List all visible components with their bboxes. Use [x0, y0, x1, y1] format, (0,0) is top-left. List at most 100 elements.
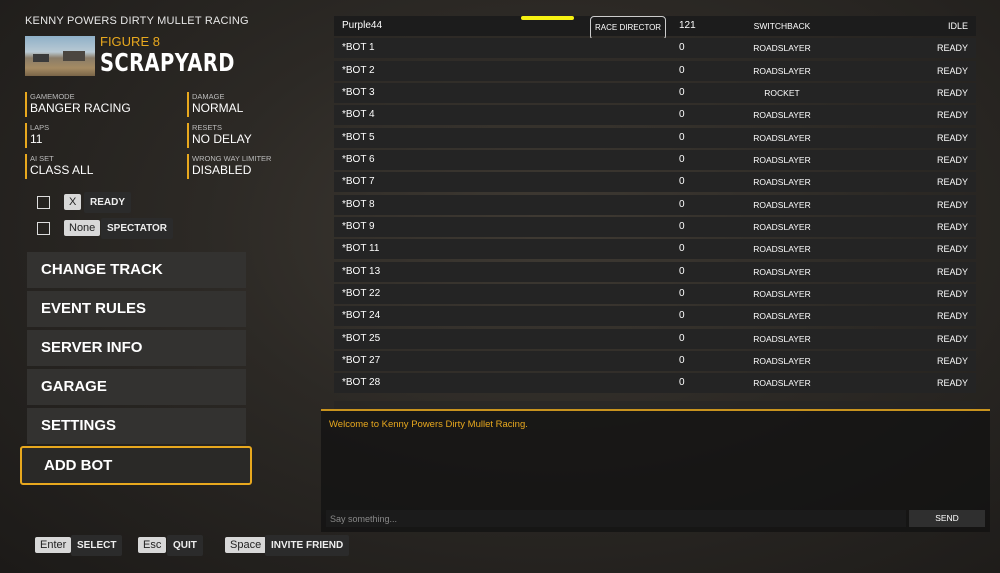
- player-row[interactable]: *BOT 4 0 ROADSLAYER READY: [334, 105, 976, 125]
- player-row[interactable]: *BOT 6 0 ROADSLAYER READY: [334, 150, 976, 170]
- player-name: *BOT 9: [342, 221, 375, 232]
- setting-gamemode: GAMEMODE BANGER RACING: [25, 92, 131, 117]
- player-name: Purple44: [342, 20, 383, 31]
- space-key: Space: [225, 537, 267, 553]
- player-number: 0: [679, 199, 685, 210]
- player-row[interactable]: *BOT 9 0 ROADSLAYER READY: [334, 217, 976, 237]
- player-status: READY: [936, 378, 968, 388]
- player-number: 0: [679, 109, 685, 120]
- player-row[interactable]: *BOT 27 0 ROADSLAYER READY: [334, 351, 976, 371]
- player-row[interactable]: *BOT 13 0 ROADSLAYER READY: [334, 262, 976, 282]
- player-number: 0: [679, 333, 685, 344]
- setting-value: NO DELAY: [192, 132, 252, 146]
- quit-hint[interactable]: QUIT: [167, 535, 203, 556]
- player-car: ROCKET: [764, 88, 800, 98]
- setting-label: AI SET: [30, 154, 54, 163]
- player-status: READY: [936, 110, 968, 120]
- player-name: *BOT 13: [342, 266, 381, 277]
- highlight-mark: [521, 16, 574, 20]
- player-name: *BOT 25: [342, 333, 381, 344]
- map-subtitle: FIGURE 8: [100, 34, 160, 49]
- map-title: SCRAPYARD: [100, 48, 235, 77]
- enter-key: Enter: [35, 537, 72, 553]
- player-name: *BOT 1: [342, 42, 375, 53]
- setting-ai-set: AI SET CLASS ALL: [25, 154, 93, 179]
- player-row[interactable]: *BOT 11 0 ROADSLAYER READY: [334, 239, 976, 259]
- player-car: ROADSLAYER: [753, 66, 811, 76]
- setting-label: GAMEMODE: [30, 92, 75, 101]
- player-number: 0: [679, 377, 685, 388]
- player-number: 0: [679, 65, 685, 76]
- ready-label[interactable]: READY: [84, 192, 132, 213]
- player-number: 121: [679, 20, 696, 31]
- player-status: READY: [936, 200, 968, 210]
- player-number: 0: [679, 355, 685, 366]
- setting-value: CLASS ALL: [30, 163, 94, 177]
- select-hint[interactable]: SELECT: [71, 535, 123, 556]
- player-number: 0: [679, 243, 685, 254]
- player-status: READY: [936, 177, 968, 187]
- player-row[interactable]: *BOT 28 0 ROADSLAYER READY: [334, 373, 976, 393]
- setting-value: BANGER RACING: [30, 101, 131, 115]
- player-status: READY: [936, 356, 968, 366]
- spectator-checkbox[interactable]: [37, 222, 50, 235]
- invite-friend-hint[interactable]: INVITE FRIEND: [265, 535, 350, 556]
- player-row[interactable]: *BOT 25 0 ROADSLAYER READY: [334, 329, 976, 349]
- player-status: READY: [936, 334, 968, 344]
- send-button[interactable]: SEND: [909, 510, 985, 527]
- player-number: 0: [679, 221, 685, 232]
- player-status: READY: [936, 244, 968, 254]
- server-info-button[interactable]: SERVER INFO: [27, 330, 246, 366]
- player-car: ROADSLAYER: [753, 244, 811, 254]
- player-row[interactable]: *BOT 3 0 ROCKET READY: [334, 83, 976, 103]
- spectator-label[interactable]: SPECTATOR: [101, 218, 174, 239]
- change-track-button[interactable]: CHANGE TRACK: [27, 252, 246, 288]
- player-row[interactable]: *BOT 5 0 ROADSLAYER READY: [334, 128, 976, 148]
- settings-button[interactable]: SETTINGS: [27, 408, 246, 444]
- setting-value: NORMAL: [192, 101, 244, 115]
- player-row[interactable]: Purple44 RACE DIRECTOR 121 SWITCHBACK ID…: [334, 16, 976, 40]
- player-status: READY: [936, 43, 968, 53]
- map-thumbnail: [25, 36, 95, 76]
- player-number: 0: [679, 310, 685, 321]
- player-row[interactable]: *BOT 7 0 ROADSLAYER READY: [334, 172, 976, 192]
- player-status: READY: [936, 66, 968, 76]
- player-row[interactable]: *BOT 8 0 ROADSLAYER READY: [334, 195, 976, 215]
- event-rules-button[interactable]: EVENT RULES: [27, 291, 246, 327]
- player-car: ROADSLAYER: [753, 356, 811, 366]
- add-bot-button[interactable]: ADD BOT: [20, 446, 252, 485]
- ready-checkbox[interactable]: [37, 196, 50, 209]
- player-car: ROADSLAYER: [753, 289, 811, 299]
- setting-value: DISABLED: [192, 163, 252, 177]
- ready-key: X: [64, 194, 82, 210]
- player-car: ROADSLAYER: [753, 110, 811, 120]
- player-car: ROADSLAYER: [753, 133, 811, 143]
- chat-input[interactable]: [326, 510, 906, 527]
- player-car: ROADSLAYER: [753, 177, 811, 187]
- list-scroll-fade: [334, 401, 976, 409]
- player-car: ROADSLAYER: [753, 43, 811, 53]
- player-status: READY: [936, 155, 968, 165]
- player-car: ROADSLAYER: [753, 378, 811, 388]
- player-number: 0: [679, 154, 685, 165]
- player-car: ROADSLAYER: [753, 200, 811, 210]
- player-status: READY: [936, 267, 968, 277]
- player-name: *BOT 8: [342, 199, 375, 210]
- garage-button[interactable]: GARAGE: [27, 369, 246, 405]
- player-status: READY: [936, 222, 968, 232]
- player-row[interactable]: *BOT 22 0 ROADSLAYER READY: [334, 284, 976, 304]
- player-row[interactable]: *BOT 24 0 ROADSLAYER READY: [334, 306, 976, 326]
- player-number: 0: [679, 266, 685, 277]
- player-status: READY: [936, 88, 968, 98]
- race-director-badge: RACE DIRECTOR: [590, 16, 667, 40]
- player-status: READY: [936, 311, 968, 321]
- player-name: *BOT 4: [342, 109, 375, 120]
- player-row[interactable]: *BOT 2 0 ROADSLAYER READY: [334, 61, 976, 81]
- spectator-key: None: [64, 220, 101, 236]
- setting-resets: RESETS NO DELAY: [187, 123, 252, 148]
- player-number: 0: [679, 288, 685, 299]
- player-name: *BOT 6: [342, 154, 375, 165]
- player-car: ROADSLAYER: [753, 311, 811, 321]
- player-row[interactable]: *BOT 1 0 ROADSLAYER READY: [334, 38, 976, 58]
- player-car: ROADSLAYER: [753, 155, 811, 165]
